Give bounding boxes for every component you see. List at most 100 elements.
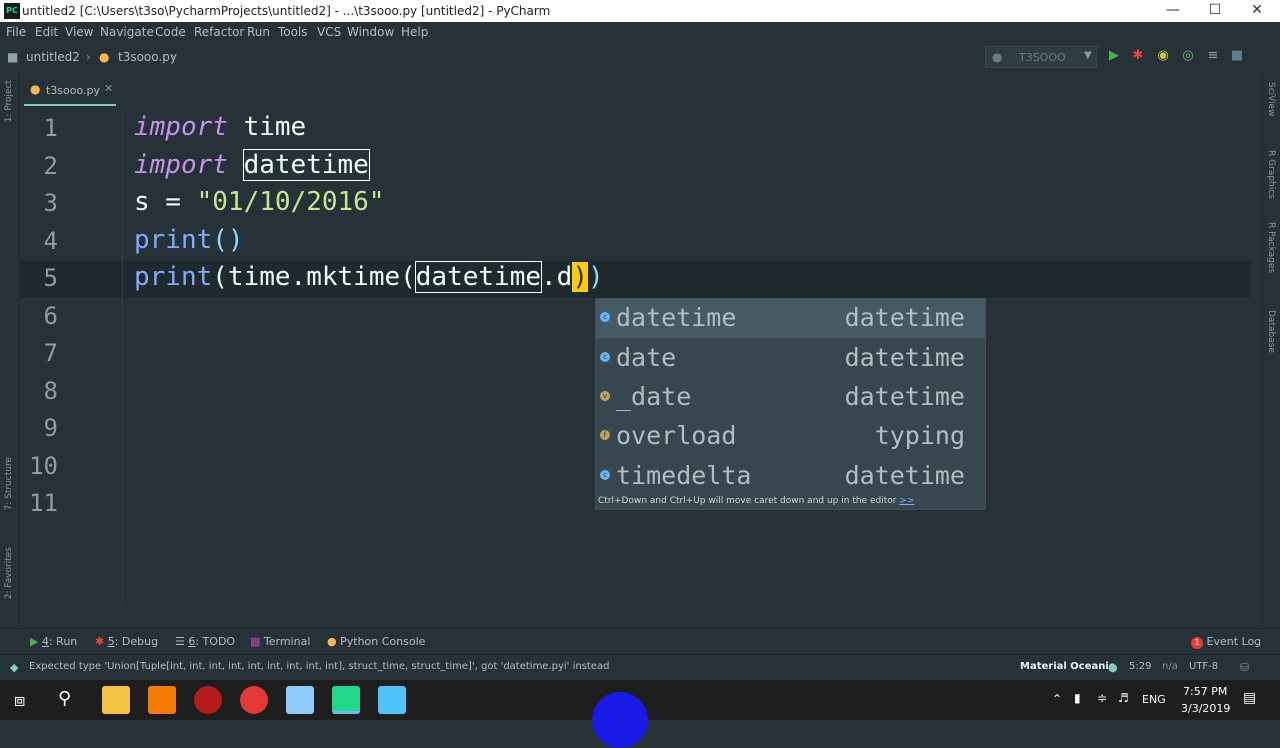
code-text: (time.mktime( <box>212 262 416 292</box>
debug-icon[interactable]: ✱ <box>1130 48 1146 64</box>
opera-icon[interactable] <box>240 686 268 714</box>
line-separator[interactable]: n/a <box>1162 661 1178 672</box>
file-encoding[interactable]: UTF-8 <box>1189 661 1218 672</box>
close-window-button[interactable]: ✕ <box>1234 0 1280 22</box>
menu-window[interactable]: Window <box>347 25 394 39</box>
lock-icon[interactable]: ⛁ <box>1240 661 1249 674</box>
language-indicator[interactable]: ENG <box>1142 693 1166 706</box>
wifi-icon[interactable]: ≑ <box>1097 691 1107 705</box>
function-name: print <box>134 225 213 255</box>
line-number: 1 <box>43 114 58 142</box>
terminal-tool-button[interactable]: ▩ Terminal <box>250 635 310 648</box>
class-icon: c <box>600 470 610 480</box>
debug-icon: ✱ <box>95 635 108 648</box>
concurrency-icon[interactable]: ≡ <box>1205 48 1221 64</box>
r-packages-tool-button[interactable]: R Packages <box>1266 222 1276 273</box>
tool-label: : TODO <box>195 635 236 648</box>
completion-item[interactable]: c datetime datetime <box>596 299 985 338</box>
battery-icon[interactable]: ▮ <box>1074 691 1081 705</box>
tool-label: : Run <box>48 635 78 648</box>
class-icon: c <box>600 352 610 362</box>
breadcrumb-project[interactable]: untitled2 <box>26 50 80 64</box>
sciview-tool-button[interactable]: SciView <box>1266 82 1276 117</box>
volume-icon[interactable]: ♬ <box>1118 691 1129 705</box>
menu-run[interactable]: Run <box>247 25 270 39</box>
code-line-4: print() <box>134 225 244 255</box>
code-text: s = <box>134 187 197 217</box>
stop-icon[interactable]: ■ <box>1229 48 1245 64</box>
completion-hint: Ctrl+Down and Ctrl+Up will move caret do… <box>598 496 914 506</box>
menu-edit[interactable]: Edit <box>35 25 58 39</box>
gutter-separator <box>122 110 123 606</box>
chevron-right-icon: › <box>171 50 176 64</box>
run-icon[interactable]: ▶ <box>1106 48 1122 64</box>
completion-item[interactable]: v _date datetime <box>596 378 985 417</box>
completion-item[interactable]: c date datetime <box>596 339 985 378</box>
theme-indicator[interactable]: Material Oceanic <box>1020 661 1115 672</box>
network-app-icon[interactable] <box>286 686 314 714</box>
menu-refactor[interactable]: Refactor <box>194 25 244 39</box>
run-tool-button[interactable]: ▶ 4: Run <box>30 635 77 648</box>
caret-position[interactable]: 5:29 <box>1129 661 1151 672</box>
database-tool-button[interactable]: Database <box>1266 310 1276 353</box>
menu-vcs[interactable]: VCS <box>317 25 341 39</box>
debug-tool-button[interactable]: ✱ 5: Debug <box>95 635 158 648</box>
completion-type: typing <box>874 421 965 450</box>
tab-t3sooo[interactable]: ● t3sooo.py ✕ <box>24 78 116 106</box>
project-tool-button[interactable]: 1: Project <box>4 80 14 122</box>
line-number: 7 <box>43 339 58 367</box>
python-console-tool-button[interactable]: ● Python Console <box>327 635 425 648</box>
breadcrumb-file[interactable]: t3sooo.py <box>118 50 177 64</box>
run-icon: ▶ <box>30 635 42 648</box>
code-text: () <box>212 225 244 255</box>
close-tab-icon[interactable]: ✕ <box>104 82 113 95</box>
menu-code[interactable]: Code <box>155 25 186 39</box>
text-caret: ) <box>572 262 588 292</box>
line-number: 4 <box>43 227 58 255</box>
clock-time[interactable]: 7:57 PM <box>1183 685 1227 698</box>
file-explorer-icon[interactable] <box>102 686 130 714</box>
completion-name: overload <box>616 421 737 450</box>
menu-navigate[interactable]: Navigate <box>100 25 154 39</box>
windows-start-icon[interactable]: ⧈ <box>14 690 25 711</box>
line-number: 5 <box>43 264 58 292</box>
record-app-icon[interactable] <box>194 686 222 714</box>
keyword: import <box>134 112 228 142</box>
structure-tool-button[interactable]: 7: Structure <box>4 457 14 511</box>
minimize-button[interactable]: — <box>1150 0 1196 22</box>
completion-item[interactable]: c timedelta datetime <box>596 457 985 496</box>
menu-tools[interactable]: Tools <box>278 25 308 39</box>
favorites-tool-button[interactable]: 2: Favorites <box>4 547 14 599</box>
r-graphics-tool-button[interactable]: R Graphics <box>1266 150 1276 199</box>
search-icon[interactable]: ⚲ <box>58 688 71 709</box>
menu-view[interactable]: View <box>65 25 93 39</box>
completion-type: datetime <box>844 461 965 490</box>
clock-date[interactable]: 3/3/2019 <box>1181 702 1230 715</box>
tool-label: : Debug <box>114 635 159 648</box>
completion-item[interactable]: f overload typing <box>596 417 985 456</box>
notification-icon[interactable]: ▤ <box>1243 690 1256 706</box>
run-configuration-select[interactable]: ● T3SOOO ▼ <box>985 46 1097 68</box>
hint-link[interactable]: >> <box>899 496 914 506</box>
coverage-icon[interactable]: ◉ <box>1155 48 1171 64</box>
pycharm-taskbar-icon[interactable] <box>332 686 360 714</box>
function-name: print <box>134 262 213 292</box>
line-number: 6 <box>43 302 58 330</box>
chevron-up-icon[interactable]: ⌃ <box>1052 692 1062 706</box>
chevron-down-icon: ▼ <box>1084 50 1092 61</box>
todo-tool-button[interactable]: ☰ 6: TODO <box>175 635 235 648</box>
folder-icon: ■ <box>7 50 19 64</box>
line-number: 11 <box>29 489 58 517</box>
bottom-tool-bar: ▶ 4: Run ✱ 5: Debug ☰ 6: TODO ▩ Terminal… <box>0 628 1280 652</box>
code-line-5: print(time.mktime(datetime.d)) <box>134 261 604 293</box>
sublime-text-icon[interactable] <box>148 686 176 714</box>
app-taskbar-icon[interactable] <box>378 686 406 714</box>
maximize-button[interactable]: ☐ <box>1192 0 1238 22</box>
python-console-icon: ● <box>327 635 341 648</box>
menu-file[interactable]: File <box>6 25 26 39</box>
menu-help[interactable]: Help <box>401 25 428 39</box>
menu-bar: File Edit View Navigate Code Refactor Ru… <box>0 22 1280 42</box>
event-log-button[interactable]: 1 Event Log <box>1191 635 1261 649</box>
profile-icon[interactable]: ◎ <box>1180 48 1196 64</box>
line-number: 10 <box>29 452 58 480</box>
